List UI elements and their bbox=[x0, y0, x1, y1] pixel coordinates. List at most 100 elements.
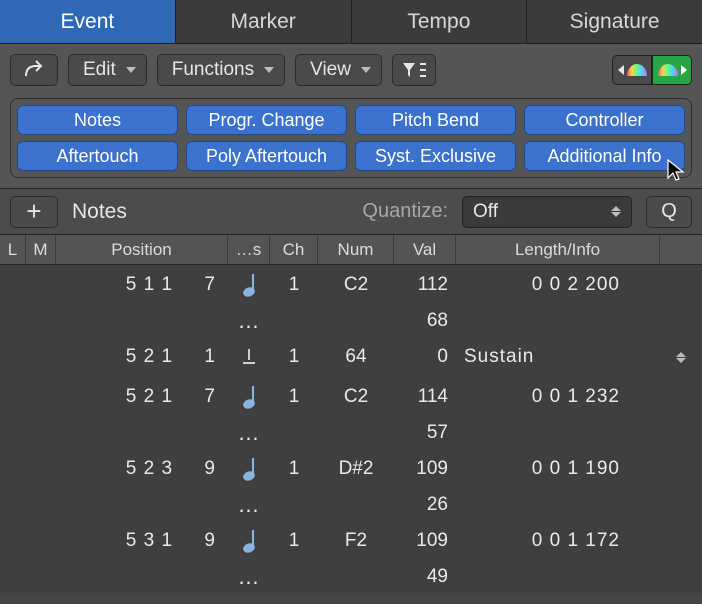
cell-m[interactable] bbox=[26, 449, 56, 489]
functions-menu-label: Functions bbox=[172, 59, 254, 81]
cell-l[interactable] bbox=[0, 449, 26, 489]
tab-marker[interactable]: Marker bbox=[176, 0, 352, 43]
cell-m[interactable] bbox=[26, 377, 56, 417]
status-more-icon[interactable]: … bbox=[228, 417, 270, 449]
filter-additional-info-label: Additional Info bbox=[547, 146, 661, 167]
palette-prev-button[interactable] bbox=[612, 55, 652, 85]
cell-position[interactable]: 5 1 1 7 bbox=[56, 265, 228, 305]
status-icon[interactable] bbox=[228, 337, 270, 377]
cell-length[interactable]: 0 0 1 190 bbox=[456, 449, 660, 489]
col-status[interactable]: …s bbox=[228, 235, 270, 264]
event-create-bar: + Notes Quantize: Off Q bbox=[0, 189, 702, 235]
col-m[interactable]: M bbox=[26, 235, 56, 264]
status-more-icon[interactable]: … bbox=[228, 561, 270, 593]
cell-position[interactable]: 5 2 3 9 bbox=[56, 449, 228, 489]
quantize-label: Quantize: bbox=[362, 200, 448, 223]
quantize-select[interactable]: Off bbox=[462, 196, 632, 228]
event-type-filters: Notes Progr. Change Pitch Bend Controlle… bbox=[10, 98, 692, 178]
up-left-arrow-icon bbox=[22, 60, 46, 80]
filter-icon bbox=[401, 60, 427, 80]
col-l[interactable]: L bbox=[0, 235, 26, 264]
cell-val2[interactable]: 68 bbox=[394, 305, 456, 337]
cell-val2[interactable]: 57 bbox=[394, 417, 456, 449]
quantize-apply-button[interactable]: Q bbox=[646, 196, 692, 228]
cell-num[interactable]: C2 bbox=[318, 377, 394, 417]
table-row-secondary[interactable]: … 57 bbox=[0, 417, 702, 449]
cell-val2[interactable]: 49 bbox=[394, 561, 456, 593]
cell-val2[interactable]: 26 bbox=[394, 489, 456, 521]
chevron-down-icon bbox=[361, 67, 371, 73]
status-more-icon[interactable]: … bbox=[228, 305, 270, 337]
cell-m[interactable] bbox=[26, 265, 56, 305]
status-icon[interactable] bbox=[228, 377, 270, 417]
cell-val[interactable]: 114 bbox=[394, 377, 456, 417]
table-row[interactable]: 5 3 1 9 1F21090 0 1 172 bbox=[0, 521, 702, 561]
cell-val[interactable]: 112 bbox=[394, 265, 456, 305]
cell-length[interactable]: 0 0 1 232 bbox=[456, 377, 660, 417]
cell-ch[interactable]: 1 bbox=[270, 377, 318, 417]
status-icon[interactable] bbox=[228, 521, 270, 561]
table-row[interactable]: 5 2 3 9 1D#21090 0 1 190 bbox=[0, 449, 702, 489]
col-length[interactable]: Length/Info bbox=[456, 235, 660, 264]
table-row[interactable]: 5 2 1 7 1C21140 0 1 232 bbox=[0, 377, 702, 417]
back-button[interactable] bbox=[10, 54, 58, 86]
table-row-secondary[interactable]: … 68 bbox=[0, 305, 702, 337]
cell-num[interactable]: D#2 bbox=[318, 449, 394, 489]
cell-position[interactable]: 5 3 1 9 bbox=[56, 521, 228, 561]
cell-m[interactable] bbox=[26, 521, 56, 561]
status-icon[interactable] bbox=[228, 449, 270, 489]
cell-ch[interactable]: 1 bbox=[270, 449, 318, 489]
length-stepper[interactable] bbox=[660, 337, 702, 377]
cell-ch[interactable]: 1 bbox=[270, 337, 318, 377]
filter-toggle-button[interactable] bbox=[392, 54, 436, 86]
filter-poly-aftertouch[interactable]: Poly Aftertouch bbox=[186, 141, 347, 171]
cell-val[interactable]: 109 bbox=[394, 449, 456, 489]
filter-additional-info[interactable]: Additional Info bbox=[524, 141, 685, 171]
filter-aftertouch[interactable]: Aftertouch bbox=[17, 141, 178, 171]
tab-signature[interactable]: Signature bbox=[527, 0, 702, 43]
edit-menu[interactable]: Edit bbox=[68, 54, 147, 86]
view-menu[interactable]: View bbox=[295, 54, 382, 86]
table-row-secondary[interactable]: … 49 bbox=[0, 561, 702, 593]
filter-progr-change[interactable]: Progr. Change bbox=[186, 105, 347, 135]
cell-l[interactable] bbox=[0, 265, 26, 305]
cell-length[interactable]: Sustain bbox=[456, 337, 660, 377]
filter-pitch-bend[interactable]: Pitch Bend bbox=[355, 105, 516, 135]
cell-length[interactable]: 0 0 2 200 bbox=[456, 265, 660, 305]
cell-length[interactable]: 0 0 1 172 bbox=[456, 521, 660, 561]
cell-position[interactable]: 5 2 1 7 bbox=[56, 377, 228, 417]
table-row[interactable]: 5 1 1 7 1C21120 0 2 200 bbox=[0, 265, 702, 305]
cell-position[interactable]: 5 2 1 1 bbox=[56, 337, 228, 377]
col-ch[interactable]: Ch bbox=[270, 235, 318, 264]
status-more-icon[interactable]: … bbox=[228, 489, 270, 521]
filter-syst-exclusive[interactable]: Syst. Exclusive bbox=[355, 141, 516, 171]
cell-ch[interactable]: 1 bbox=[270, 521, 318, 561]
col-num[interactable]: Num bbox=[318, 235, 394, 264]
filter-controller[interactable]: Controller bbox=[524, 105, 685, 135]
cell-l[interactable] bbox=[0, 337, 26, 377]
tab-event[interactable]: Event bbox=[0, 0, 176, 43]
palette-icon bbox=[627, 64, 647, 76]
cell-l[interactable] bbox=[0, 521, 26, 561]
cell-m[interactable] bbox=[26, 337, 56, 377]
cell-val[interactable]: 0 bbox=[394, 337, 456, 377]
cell-val[interactable]: 109 bbox=[394, 521, 456, 561]
filter-notes[interactable]: Notes bbox=[17, 105, 178, 135]
cell-num[interactable]: C2 bbox=[318, 265, 394, 305]
table-row[interactable]: 5 2 1 1 1640Sustain bbox=[0, 337, 702, 377]
functions-menu[interactable]: Functions bbox=[157, 54, 285, 86]
col-trailing bbox=[660, 235, 702, 264]
status-icon[interactable] bbox=[228, 265, 270, 305]
table-row-secondary[interactable]: … 26 bbox=[0, 489, 702, 521]
cell-ch[interactable]: 1 bbox=[270, 265, 318, 305]
col-position[interactable]: Position bbox=[56, 235, 228, 264]
cell-num[interactable]: F2 bbox=[318, 521, 394, 561]
cell-num[interactable]: 64 bbox=[318, 337, 394, 377]
tab-tempo[interactable]: Tempo bbox=[352, 0, 528, 43]
col-val[interactable]: Val bbox=[394, 235, 456, 264]
palette-next-button[interactable] bbox=[652, 55, 692, 85]
add-event-button[interactable]: + bbox=[10, 196, 58, 228]
cell-l[interactable] bbox=[0, 377, 26, 417]
chevron-down-icon bbox=[126, 67, 136, 73]
chevron-right-icon bbox=[681, 65, 687, 75]
